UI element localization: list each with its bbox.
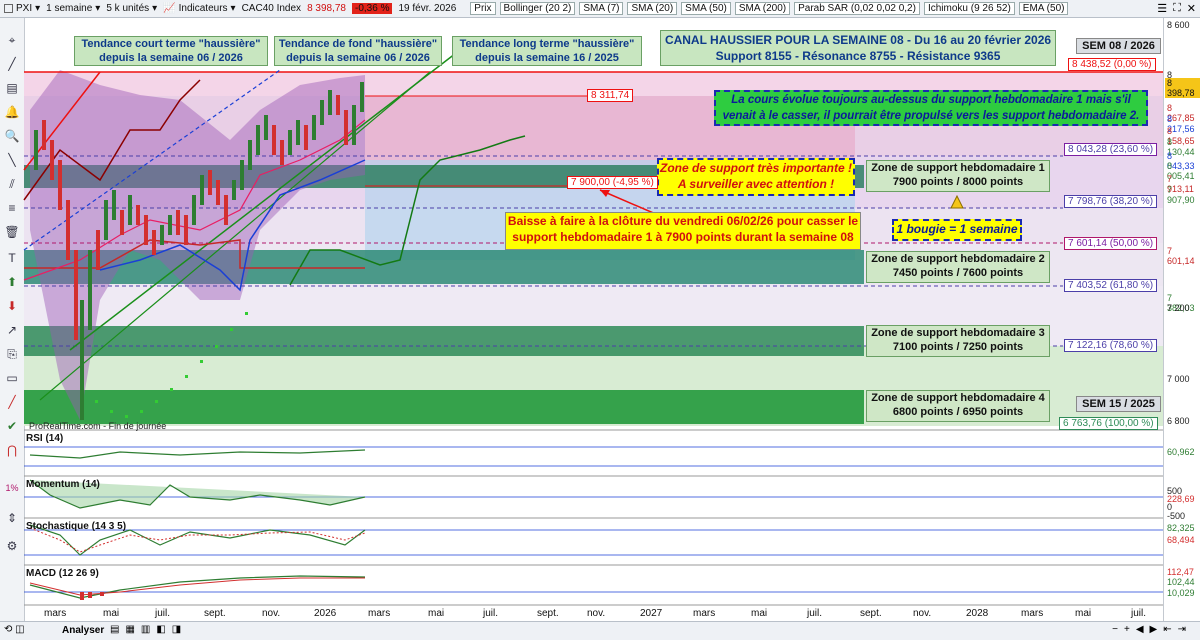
x-tick: juil. xyxy=(807,608,823,619)
stoch-value: 82,325 xyxy=(1167,523,1195,533)
support-zone-3 xyxy=(24,326,864,356)
zone-title: Zone de support hebdomadaire 4 xyxy=(871,392,1045,404)
macd-bar xyxy=(80,592,84,600)
x-tick: 2027 xyxy=(640,608,663,619)
zone-label-1: Zone de support hebdomadaire 1 7900 poin… xyxy=(866,160,1050,192)
x-tick: mai xyxy=(428,608,445,619)
fib-label: 7 798,76 (38,20 %) xyxy=(1064,195,1158,208)
rsi-line xyxy=(29,449,366,459)
x-tick: nov. xyxy=(913,608,932,619)
analyser-button[interactable]: Analyser xyxy=(62,625,104,636)
zone-range: 6800 points / 6950 points xyxy=(892,406,1024,418)
trend-base-label: Tendance de fond "haussière" depuis la s… xyxy=(274,36,442,66)
zone-title: Zone de support hebdomadaire 2 xyxy=(871,253,1045,265)
zoom-controls[interactable]: −+◀▶⇤⇥ xyxy=(1112,624,1192,635)
note-zone: Zone de support très importante ! A surv… xyxy=(657,158,855,196)
price-tick: 6 800 xyxy=(1167,416,1190,426)
x-tick: mars xyxy=(368,608,391,619)
timeframe-icons[interactable]: ▤▦▥◧◨ xyxy=(110,624,187,635)
channel-title-line: CANAL HAUSSIER POUR LA SEMAINE 08 - Du 1… xyxy=(664,33,1052,47)
macd-bar xyxy=(88,592,92,598)
zone-label-2: Zone de support hebdomadaire 2 7450 poin… xyxy=(866,251,1050,283)
trend-short-label: Tendance court terme "haussière" depuis … xyxy=(74,36,268,66)
fib-label: 7 601,14 (50,00 %) xyxy=(1064,237,1158,250)
x-tick: sept. xyxy=(537,608,559,619)
price-tick: 8 600 xyxy=(1167,20,1190,30)
x-tick: nov. xyxy=(262,608,281,619)
bottom-tool-icons: ⟲ ◫ xyxy=(4,624,25,635)
zone-label-4: Zone de support hebdomadaire 4 6800 poin… xyxy=(866,390,1050,422)
rsi-value: 60,962 xyxy=(1167,447,1195,457)
bottom-toolbar: ⟲ ◫ Analyser ▤▦▥◧◨ −+◀▶⇤⇥ xyxy=(0,621,1200,640)
x-tick: mai xyxy=(103,608,120,619)
stochastic-label[interactable]: Stochastique (14 3 5) xyxy=(26,521,126,532)
level-label-8311: 8 311,74 xyxy=(587,89,634,102)
momentum-tick: -500 xyxy=(1167,511,1186,521)
note-red: Baisse à faire à la clôture du vendredi … xyxy=(505,212,861,250)
fib-label: 7 122,16 (78,60 %) xyxy=(1064,339,1158,352)
price-tick: 7 907,90 xyxy=(1167,185,1195,205)
trend-long-label: Tendance long terme "haussière" depuis l… xyxy=(452,36,642,66)
week-badge-top: SEM 08 / 2026 xyxy=(1076,38,1161,54)
macd-value: 10,029 xyxy=(1167,588,1195,598)
x-tick: 2026 xyxy=(314,608,337,619)
zone-range: 7100 points / 7250 points xyxy=(892,341,1024,353)
x-tick: mai xyxy=(1075,608,1092,619)
price-tick: 7 000 xyxy=(1167,374,1190,384)
support-zone-4 xyxy=(24,390,864,424)
zone-range: 7900 points / 8000 points xyxy=(892,176,1024,188)
rsi-label[interactable]: RSI (14) xyxy=(26,433,63,444)
fib-label: 7 403,52 (61,80 %) xyxy=(1064,279,1158,292)
x-tick: juil. xyxy=(1131,608,1147,619)
level-label-7900: 7 900,00 (-4,95 %) xyxy=(567,176,658,189)
note-blue: La cours évolue toujours au-dessus du su… xyxy=(714,90,1148,126)
x-tick: juil. xyxy=(155,608,171,619)
macd-value: 112,47 xyxy=(1167,567,1194,577)
x-tick: mars xyxy=(693,608,716,619)
x-tick: mars xyxy=(44,608,67,619)
price-tick: 7 601,14 xyxy=(1167,246,1195,266)
x-tick: mai xyxy=(751,608,768,619)
last-price-tag: 8 398,78 xyxy=(1165,78,1200,98)
x-tick: sept. xyxy=(204,608,226,619)
zone-range: 7450 points / 7600 points xyxy=(892,267,1024,279)
fib-label: 8 438,52 (0,00 %) xyxy=(1068,58,1156,71)
zone-title: Zone de support hebdomadaire 1 xyxy=(871,162,1045,174)
macd-label[interactable]: MACD (12 26 9) xyxy=(26,568,99,579)
week-badge-bottom: SEM 15 / 2025 xyxy=(1076,396,1161,412)
note-candle: 1 bougie = 1 semaine xyxy=(892,219,1022,241)
x-tick: sept. xyxy=(860,608,882,619)
x-tick: juil. xyxy=(483,608,499,619)
fib-label: 6 763,76 (100,00 %) xyxy=(1059,417,1158,430)
momentum-label[interactable]: Momentum (14) xyxy=(26,479,100,490)
x-tick: nov. xyxy=(587,608,606,619)
zone-title: Zone de support hebdomadaire 3 xyxy=(871,327,1045,339)
source-label: ProRealTime.com - Fin de journée xyxy=(29,421,167,431)
x-tick: mars xyxy=(1021,608,1044,619)
channel-title: CANAL HAUSSIER POUR LA SEMAINE 08 - Du 1… xyxy=(660,30,1056,66)
camera-icon[interactable]: ◫ xyxy=(15,624,24,635)
sync-icon[interactable]: ⟲ xyxy=(4,624,12,635)
stoch-value: 68,494 xyxy=(1167,535,1195,545)
macd-value: 102,44 xyxy=(1167,577,1195,587)
macd-bar xyxy=(100,592,104,596)
zone-label-3: Zone de support hebdomadaire 3 7100 poin… xyxy=(866,325,1050,357)
fib-label: 8 043,28 (23,60 %) xyxy=(1064,143,1158,156)
price-tick: 7 200 xyxy=(1167,303,1190,313)
channel-subtitle: Support 8155 - Résonance 8755 - Résistan… xyxy=(715,49,1001,63)
x-tick: 2028 xyxy=(966,608,989,619)
